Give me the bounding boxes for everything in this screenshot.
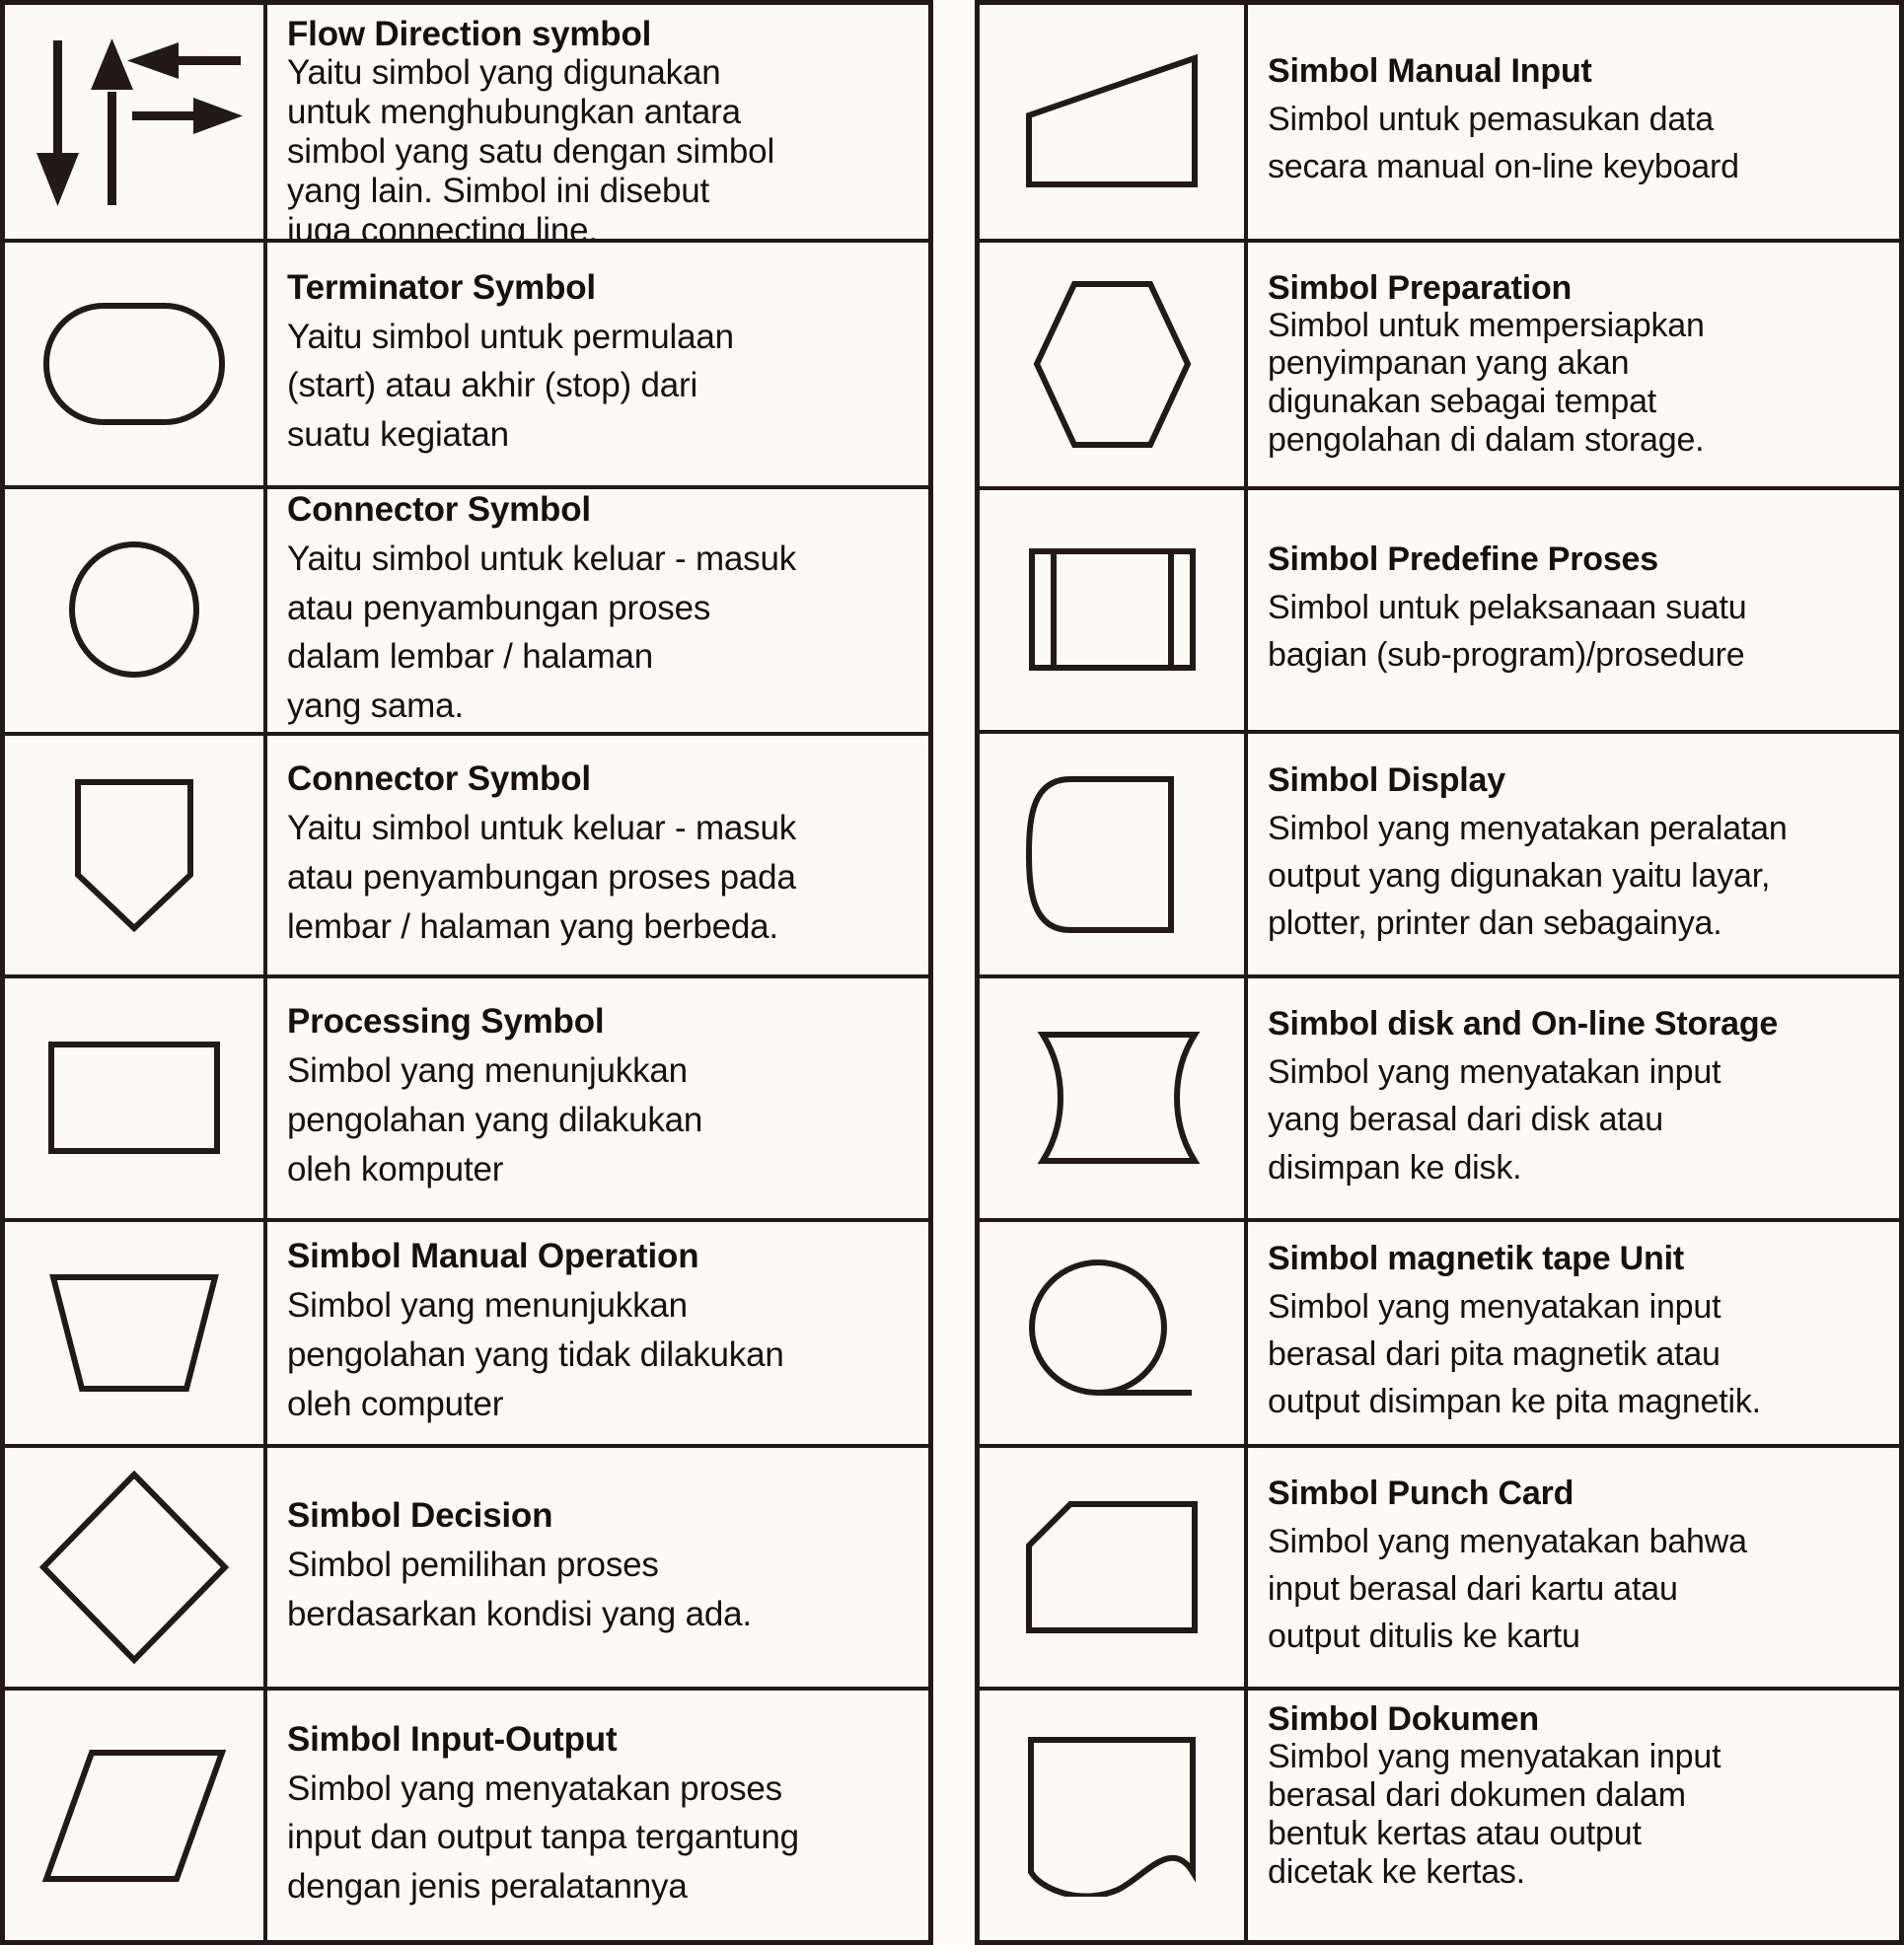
symbol-title: Flow Direction symbol bbox=[287, 15, 652, 53]
symbol-description: Yaitu simbol untuk permulaan (start) ata… bbox=[287, 317, 734, 455]
symbol-title: Simbol disk and On-line Storage bbox=[1268, 1004, 1779, 1043]
symbol-title: Connector Symbol bbox=[287, 489, 591, 529]
text-cell: Simbol Punch Card Simbol yang menyatakan… bbox=[1248, 1448, 1899, 1688]
symbol-cell bbox=[5, 1447, 267, 1688]
text-cell: Simbol Predefine Proses Simbol untuk pel… bbox=[1248, 490, 1899, 731]
table-row: Simbol Manual Operation Simbol yang menu… bbox=[5, 1221, 928, 1448]
right-symbol-table: Simbol Manual Input Simbol untuk pemasuk… bbox=[975, 0, 1904, 1945]
symbol-description: Simbol untuk pemasukan data secara manua… bbox=[1268, 101, 1739, 186]
table-row: Simbol Predefine Proses Simbol untuk pel… bbox=[980, 489, 1899, 735]
text-cell: Simbol Manual Operation Simbol yang menu… bbox=[267, 1222, 928, 1444]
text-cell: Connector Symbol Yaitu simbol untuk kelu… bbox=[267, 736, 928, 974]
symbol-title: Simbol Manual Operation bbox=[287, 1237, 699, 1276]
symbol-title: Connector Symbol bbox=[287, 758, 591, 798]
text-cell: Flow Direction symbol Yaitu simbol yang … bbox=[267, 5, 928, 239]
symbol-cell bbox=[5, 488, 267, 733]
symbol-title: Simbol Decision bbox=[287, 1495, 553, 1535]
symbol-cell bbox=[980, 1447, 1248, 1688]
symbol-cell bbox=[5, 1691, 267, 1941]
flow-direction-arrows-icon bbox=[24, 31, 246, 213]
symbol-title: Processing Symbol bbox=[287, 1002, 605, 1042]
table-row: Flow Direction symbol Yaitu simbol yang … bbox=[5, 5, 928, 243]
symbol-title: Simbol magnetik tape Unit bbox=[1268, 1239, 1684, 1277]
text-cell: Processing Symbol Simbol yang menunjukka… bbox=[267, 978, 928, 1218]
magnetic-tape-icon bbox=[1026, 1257, 1199, 1409]
table-row: Simbol disk and On-line Storage Simbol y… bbox=[980, 977, 1899, 1222]
text-cell: Connector Symbol Yaitu simbol untuk kelu… bbox=[267, 489, 928, 733]
symbol-cell bbox=[980, 977, 1248, 1218]
symbol-description: Yaitu simbol yang digunakan untuk menghu… bbox=[287, 53, 775, 243]
symbol-description: Simbol yang menyatakan input yang berasa… bbox=[1268, 1052, 1721, 1187]
table-row: Processing Symbol Simbol yang menunjukka… bbox=[5, 977, 928, 1222]
table-row: Simbol Input-Output Simbol yang menyatak… bbox=[5, 1691, 928, 1941]
symbol-description: Simbol yang menyatakan input berasal dar… bbox=[1268, 1738, 1721, 1891]
symbol-description: Simbol yang menunjukkan pengolahan yang … bbox=[287, 1051, 703, 1189]
decision-diamond-icon bbox=[38, 1469, 231, 1666]
table-row: Simbol Manual Input Simbol untuk pemasuk… bbox=[980, 5, 1899, 243]
symbol-description: Simbol yang menunjukkan pengolahan yang … bbox=[287, 1286, 784, 1423]
symbol-cell bbox=[980, 242, 1248, 486]
manual-input-quadrilateral-icon bbox=[1023, 52, 1201, 190]
symbol-title: Simbol Dokumen bbox=[1268, 1700, 1539, 1739]
symbol-description: Simbol untuk pelaksanaan suatu bagian (s… bbox=[1268, 589, 1747, 675]
symbol-cell bbox=[980, 734, 1248, 974]
text-cell: Simbol Preparation Simbol untuk mempersi… bbox=[1248, 243, 1899, 486]
table-row: Connector Symbol Yaitu simbol untuk kelu… bbox=[5, 736, 928, 978]
symbol-title: Simbol Punch Card bbox=[1268, 1474, 1574, 1512]
table-row: Simbol Decision Simbol pemilihan proses … bbox=[5, 1447, 928, 1692]
preparation-hexagon-icon bbox=[1031, 278, 1194, 451]
table-row: Connector Symbol Yaitu simbol untuk kelu… bbox=[5, 488, 928, 737]
symbol-cell bbox=[980, 1221, 1248, 1444]
symbol-description: Simbol pemilihan proses berdasarkan kond… bbox=[287, 1545, 752, 1633]
left-symbol-table: Flow Direction symbol Yaitu simbol yang … bbox=[0, 0, 933, 1945]
table-row: Simbol Punch Card Simbol yang menyatakan… bbox=[980, 1447, 1899, 1692]
flowchart-symbol-reference-sheet: Flow Direction symbol Yaitu simbol yang … bbox=[0, 0, 1904, 1945]
symbol-title: Simbol Input-Output bbox=[287, 1719, 618, 1759]
connector-circle-icon bbox=[65, 539, 203, 682]
document-shape-icon bbox=[1023, 1734, 1201, 1898]
symbol-description: Simbol yang menyatakan proses input dan … bbox=[287, 1768, 799, 1907]
symbol-cell bbox=[980, 1691, 1248, 1940]
table-row: Simbol Display Simbol yang menyatakan pe… bbox=[980, 734, 1899, 978]
text-cell: Simbol Manual Input Simbol untuk pemasuk… bbox=[1248, 5, 1899, 239]
symbol-cell bbox=[5, 1221, 267, 1444]
text-cell: Simbol magnetik tape Unit Simbol yang me… bbox=[1248, 1222, 1899, 1444]
table-row: Simbol Preparation Simbol untuk mempersi… bbox=[980, 242, 1899, 490]
symbol-title: Simbol Predefine Proses bbox=[1268, 540, 1658, 579]
terminator-rounded-rectangle-icon bbox=[40, 300, 228, 428]
table-row: Terminator Symbol Yaitu simbol untuk per… bbox=[5, 242, 928, 489]
text-cell: Simbol Decision Simbol pemilihan proses … bbox=[267, 1448, 928, 1688]
input-output-parallelogram-icon bbox=[40, 1747, 228, 1885]
table-row: Simbol magnetik tape Unit Simbol yang me… bbox=[980, 1221, 1899, 1448]
symbol-cell bbox=[5, 736, 267, 974]
symbol-cell bbox=[980, 489, 1248, 731]
symbol-description: Yaitu simbol untuk keluar - masuk atau p… bbox=[287, 809, 797, 946]
symbol-title: Terminator Symbol bbox=[287, 267, 596, 307]
text-cell: Simbol Display Simbol yang menyatakan pe… bbox=[1248, 734, 1899, 974]
table-row: Simbol Dokumen Simbol yang menyatakan in… bbox=[980, 1691, 1899, 1940]
predefined-process-icon bbox=[1026, 545, 1199, 674]
text-cell: Terminator Symbol Yaitu simbol untuk per… bbox=[267, 243, 928, 485]
symbol-title: Simbol Display bbox=[1268, 760, 1505, 799]
symbol-description: Simbol yang menyatakan input berasal dar… bbox=[1268, 1287, 1761, 1421]
process-rectangle-icon bbox=[45, 1039, 223, 1157]
text-cell: Simbol disk and On-line Storage Simbol y… bbox=[1248, 978, 1899, 1218]
symbol-cell bbox=[5, 242, 267, 485]
symbol-description: Simbol untuk mempersiapkan penyimpanan y… bbox=[1268, 306, 1705, 459]
symbol-cell bbox=[5, 5, 267, 239]
punch-card-icon bbox=[1023, 1498, 1201, 1636]
symbol-cell bbox=[980, 5, 1248, 239]
text-cell: Simbol Dokumen Simbol yang menyatakan in… bbox=[1248, 1691, 1899, 1940]
manual-operation-trapezoid-icon bbox=[45, 1271, 223, 1395]
symbol-description: Simbol yang menyatakan bahwa input beras… bbox=[1268, 1522, 1747, 1656]
symbol-description: Yaitu simbol untuk keluar - masuk atau p… bbox=[287, 540, 797, 726]
symbol-cell bbox=[5, 977, 267, 1218]
text-cell: Simbol Input-Output Simbol yang menyatak… bbox=[267, 1691, 928, 1940]
symbol-title: Simbol Manual Input bbox=[1268, 52, 1592, 91]
symbol-title: Simbol Preparation bbox=[1268, 268, 1573, 307]
symbol-description: Simbol yang menyatakan peralatan output … bbox=[1268, 809, 1788, 943]
disk-storage-icon bbox=[1023, 1029, 1201, 1167]
offpage-connector-pentagon-icon bbox=[70, 776, 198, 934]
display-shape-icon bbox=[1023, 773, 1201, 936]
